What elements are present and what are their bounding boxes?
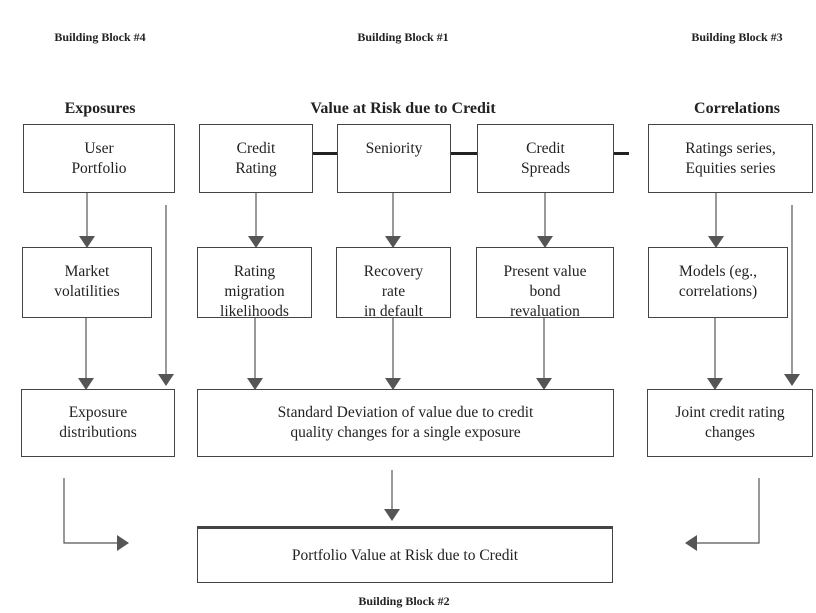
rating-migration-box: Rating migration likelihoods — [197, 247, 312, 320]
seniority-box: Seniority — [337, 124, 451, 193]
ratings-series-box: Ratings series, Equities series — [648, 124, 813, 193]
exposure-distributions-box: Exposure distributions — [21, 389, 175, 457]
user-portfolio-box: User Portfolio — [23, 124, 175, 193]
arrow-exposure-elbow — [63, 478, 129, 551]
models-box: Models (eg., correlations) — [648, 247, 788, 318]
recovery-rate-box: Recovery rate in default — [336, 247, 451, 320]
credit-rating-box: Credit Rating — [199, 124, 313, 193]
joint-credit-rating-box: Joint credit rating changes — [647, 389, 813, 457]
portfolio-var-box: Portfolio Value at Risk due to Credit — [197, 526, 613, 583]
credit-spreads-box: Credit Spreads — [477, 124, 614, 193]
market-volatilities-box: Market volatilities — [22, 247, 152, 318]
standard-deviation-box: Standard Deviation of value due to credi… — [197, 389, 614, 457]
arrow-joint-elbow — [685, 478, 760, 551]
credit-var-diagram: Building Block #4 Building Block #1 Buil… — [0, 0, 816, 613]
present-value-box: Present value bond revaluation — [476, 247, 614, 320]
